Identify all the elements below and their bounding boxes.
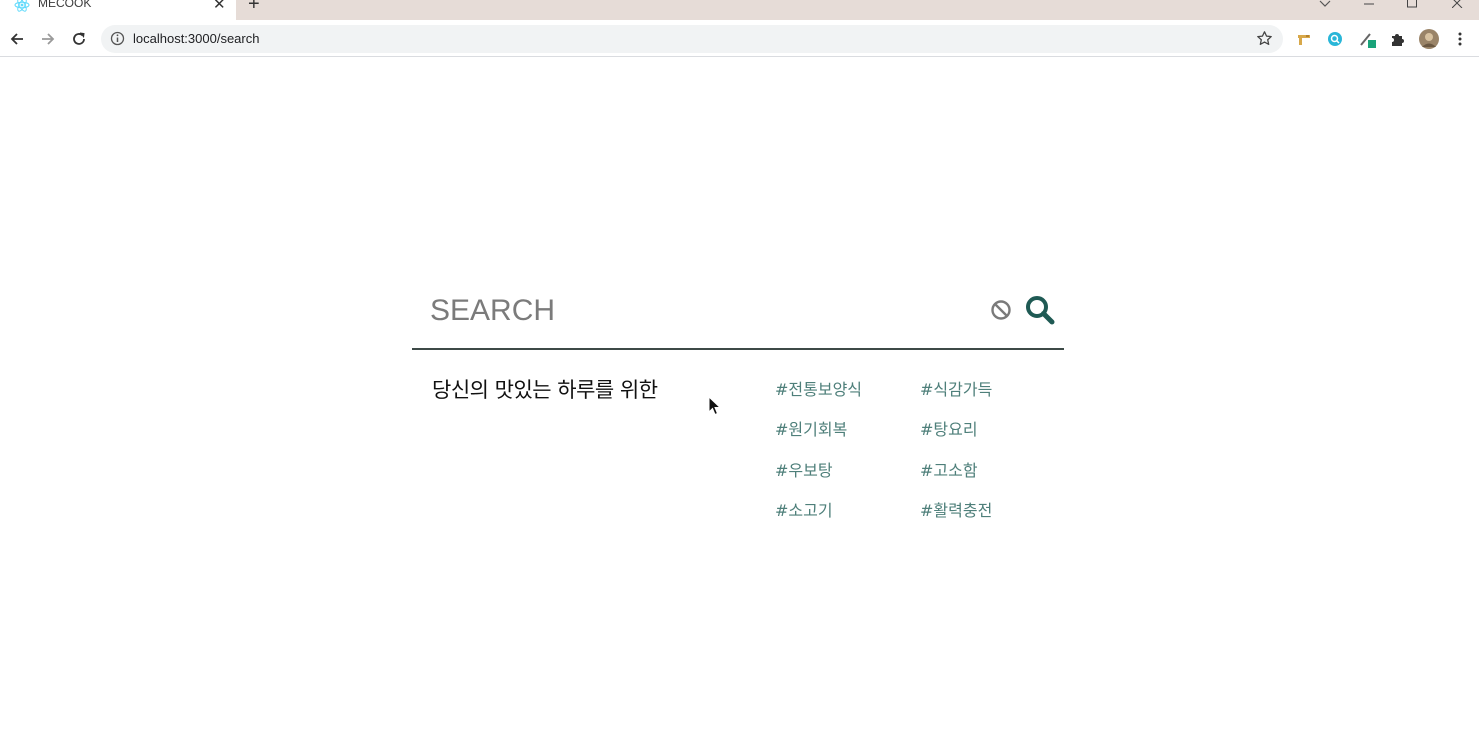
tab-title: MECOOK — [38, 0, 92, 10]
reload-button[interactable] — [68, 28, 90, 50]
puzzle-icon[interactable] — [1388, 30, 1406, 48]
close-tab-icon[interactable]: ✕ — [213, 0, 226, 13]
hashtag-link[interactable]: #우보탕 — [775, 457, 833, 481]
forward-button[interactable] — [37, 28, 59, 50]
arrow-right-icon — [42, 33, 55, 45]
address-bar[interactable]: localhost:3000/search — [101, 25, 1283, 53]
avatar[interactable] — [1418, 28, 1440, 50]
restore-icon[interactable] — [1407, 0, 1418, 8]
mouse-cursor-icon — [708, 396, 722, 416]
extension-eyedropper-icon[interactable] — [1358, 30, 1376, 48]
hashtag-link[interactable]: #원기회복 — [775, 416, 847, 440]
kebab-menu-icon[interactable] — [1451, 30, 1469, 48]
hashtag-link[interactable]: #전통보양식 — [775, 376, 862, 400]
address-url[interactable]: localhost:3000/search — [133, 31, 259, 46]
info-icon[interactable] — [110, 31, 125, 46]
new-tab-button[interactable]: + — [248, 0, 260, 16]
browser-toolbar: localhost:3000/search — [0, 20, 1479, 57]
window-close-icon[interactable] — [1452, 0, 1463, 8]
star-icon[interactable] — [1256, 30, 1273, 47]
hashtag-link[interactable]: #고소함 — [920, 457, 978, 481]
reload-icon — [73, 32, 85, 45]
hashtag-link[interactable]: #식감가득 — [920, 376, 992, 400]
minimize-icon[interactable] — [1364, 3, 1374, 5]
extension-search-icon[interactable] — [1326, 30, 1344, 48]
react-icon — [14, 0, 30, 12]
chevron-down-icon[interactable] — [1319, 0, 1331, 8]
extension-key-icon[interactable] — [1295, 30, 1313, 48]
arrow-left-icon — [10, 33, 23, 45]
back-button[interactable] — [6, 28, 28, 50]
search-icon[interactable] — [1024, 294, 1056, 326]
tagline: 당신의 맛있는 하루를 위한 — [432, 378, 658, 402]
search-bar — [412, 285, 1064, 350]
hashtag-link[interactable]: #소고기 — [775, 497, 833, 521]
hashtag-link[interactable]: #활력충전 — [920, 497, 992, 521]
browser-tab[interactable]: MECOOK ✕ — [0, 0, 236, 20]
hashtag-link[interactable]: #탕요리 — [920, 416, 978, 440]
search-input[interactable] — [430, 289, 970, 333]
clear-icon[interactable] — [990, 299, 1012, 321]
browser-tabstrip: MECOOK ✕ + — [0, 0, 1479, 20]
